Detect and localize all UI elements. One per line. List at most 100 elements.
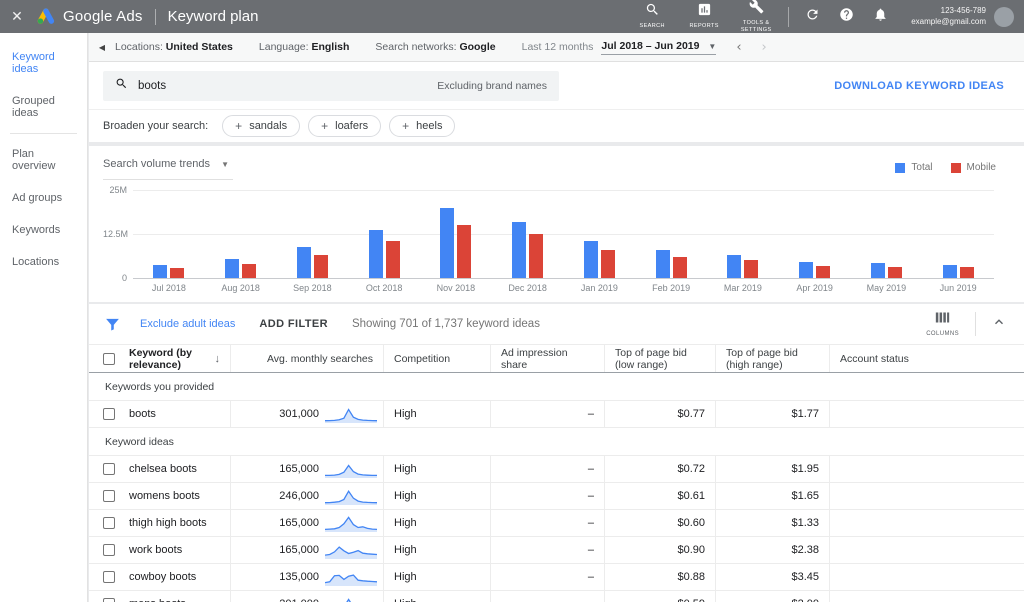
- bar-mobile[interactable]: [887, 267, 902, 278]
- columns-button[interactable]: COLUMNS: [926, 311, 959, 337]
- download-keyword-ideas-button[interactable]: DOWNLOAD KEYWORD IDEAS: [834, 80, 1004, 92]
- refresh-button[interactable]: [795, 0, 829, 33]
- bar-total[interactable]: [583, 240, 598, 278]
- language-value: English: [311, 41, 350, 53]
- keyword-text: womens boots: [129, 490, 200, 502]
- language-setting[interactable]: Language: English: [259, 41, 349, 53]
- networks-setting[interactable]: Search networks: Google: [375, 41, 495, 53]
- filter-funnel-icon[interactable]: [105, 317, 120, 332]
- row-checkbox[interactable]: [103, 571, 115, 583]
- date-next-button[interactable]: ›: [762, 40, 767, 55]
- header-account-status[interactable]: Account status: [830, 345, 1024, 372]
- bar-mobile[interactable]: [385, 241, 400, 278]
- bar-mobile[interactable]: [529, 234, 544, 278]
- bar-group-oct-2018: [348, 190, 420, 278]
- select-all-checkbox[interactable]: [103, 352, 115, 365]
- top-bid-high-cell: $1.95: [716, 456, 830, 482]
- avg-monthly-searches-value: 301,000: [279, 408, 319, 420]
- help-button[interactable]: [829, 0, 863, 33]
- sidebar-item-keyword-ideas[interactable]: Keyword ideas: [0, 41, 87, 85]
- bar-total[interactable]: [942, 264, 957, 278]
- header-ad-impression-share[interactable]: Ad impression share: [491, 345, 605, 372]
- ad-impression-share-cell: –: [491, 510, 605, 536]
- add-filter-button[interactable]: ADD FILTER: [259, 318, 328, 330]
- bar-mobile[interactable]: [672, 256, 687, 278]
- row-checkbox[interactable]: [103, 544, 115, 556]
- bar-total[interactable]: [440, 207, 455, 278]
- keyword-cell: cowboy boots: [89, 564, 231, 590]
- table-section-title: Keyword ideas: [89, 428, 1024, 456]
- row-checkbox[interactable]: [103, 517, 115, 529]
- keyword-cell: work boots: [89, 537, 231, 563]
- bar-group-jul-2018: [133, 190, 205, 278]
- notifications-button[interactable]: [863, 0, 897, 33]
- broaden-chips: + sandals + loafers + heels: [222, 115, 463, 137]
- sidebar-item-plan-overview[interactable]: Plan overview: [0, 138, 87, 182]
- competition-cell: High: [384, 510, 491, 536]
- bar-total[interactable]: [799, 262, 814, 278]
- account-status-cell: [830, 456, 1024, 482]
- header-keyword[interactable]: Keyword (by relevance) ↓: [89, 345, 231, 372]
- search-icon: [115, 77, 128, 95]
- account-status-cell: [830, 401, 1024, 427]
- avg-monthly-searches-cell: 301,000: [231, 401, 384, 427]
- broaden-chip-heels[interactable]: + heels: [389, 115, 456, 137]
- search-nav-button[interactable]: SEARCH: [626, 0, 678, 33]
- bar-total[interactable]: [655, 249, 670, 278]
- bar-total[interactable]: [727, 255, 742, 278]
- bar-total[interactable]: [225, 258, 240, 278]
- bar-group-sep-2018: [277, 190, 349, 278]
- main-area: ◀ Locations: United States Language: Eng…: [89, 33, 1024, 602]
- excluding-brands-note: Excluding brand names: [437, 79, 547, 92]
- reports-nav-button[interactable]: REPORTS: [678, 0, 730, 33]
- row-checkbox[interactable]: [103, 490, 115, 502]
- broaden-chip-loafers[interactable]: + loafers: [308, 115, 382, 137]
- broaden-chip-sandals[interactable]: + sandals: [222, 115, 301, 137]
- row-checkbox[interactable]: [103, 408, 115, 420]
- chip-label: loafers: [335, 120, 369, 132]
- bar-mobile[interactable]: [242, 263, 257, 278]
- sidebar-item-locations[interactable]: Locations: [0, 246, 87, 278]
- header-top-bid-low[interactable]: Top of page bid (low range): [605, 345, 716, 372]
- top-bid-high-cell: $2.00: [716, 591, 830, 602]
- bar-total[interactable]: [153, 264, 168, 278]
- bar-mobile[interactable]: [170, 267, 185, 278]
- collapse-left-icon[interactable]: ◀: [89, 43, 115, 52]
- exclude-adult-ideas-filter[interactable]: Exclude adult ideas: [140, 318, 235, 330]
- bar-mobile[interactable]: [959, 267, 974, 278]
- bar-total[interactable]: [870, 263, 885, 278]
- date-range-dropdown[interactable]: Jul 2018 – Jun 2019 ▼: [601, 40, 717, 55]
- header-keyword-label: Keyword (by relevance): [129, 346, 193, 371]
- sidebar-item-grouped-ideas[interactable]: Grouped ideas: [0, 85, 87, 129]
- bar-mobile[interactable]: [744, 259, 759, 278]
- bar-mobile[interactable]: [816, 265, 831, 278]
- bar-mobile[interactable]: [457, 224, 472, 278]
- bar-mobile[interactable]: [313, 255, 328, 278]
- filter-bar-divider: [975, 312, 976, 336]
- sort-desc-icon: ↓: [214, 352, 221, 365]
- bar-total[interactable]: [368, 230, 383, 278]
- avg-monthly-searches-value: 165,000: [279, 463, 319, 475]
- header-top-bid-high[interactable]: Top of page bid (high range): [716, 345, 830, 372]
- bar-mobile[interactable]: [600, 249, 615, 278]
- sidebar-item-keywords[interactable]: Keywords: [0, 214, 87, 246]
- chart-plot: 0 12.5M 25M: [103, 185, 994, 283]
- chart-metric-dropdown[interactable]: Search volume trends ▼: [103, 158, 233, 180]
- date-prev-button[interactable]: ‹: [736, 40, 741, 55]
- competition-cell: High: [384, 591, 491, 602]
- bar-total[interactable]: [296, 247, 311, 278]
- close-icon[interactable]: ✕: [0, 8, 34, 25]
- locations-setting[interactable]: Locations: United States: [115, 41, 233, 53]
- row-checkbox[interactable]: [103, 598, 115, 602]
- bar-total[interactable]: [512, 222, 527, 278]
- header-competition[interactable]: Competition: [384, 345, 491, 372]
- collapse-table-button[interactable]: [992, 315, 1012, 334]
- header-avg-monthly-searches[interactable]: Avg. monthly searches: [231, 345, 384, 372]
- refresh-icon: [805, 7, 820, 27]
- help-icon: [839, 7, 854, 27]
- tools-settings-nav-button[interactable]: TOOLS & SETTINGS: [730, 0, 782, 33]
- sidebar-item-ad-groups[interactable]: Ad groups: [0, 182, 87, 214]
- avatar[interactable]: [994, 6, 1014, 27]
- row-checkbox[interactable]: [103, 463, 115, 475]
- keyword-search-input[interactable]: boots Excluding brand names: [103, 70, 559, 101]
